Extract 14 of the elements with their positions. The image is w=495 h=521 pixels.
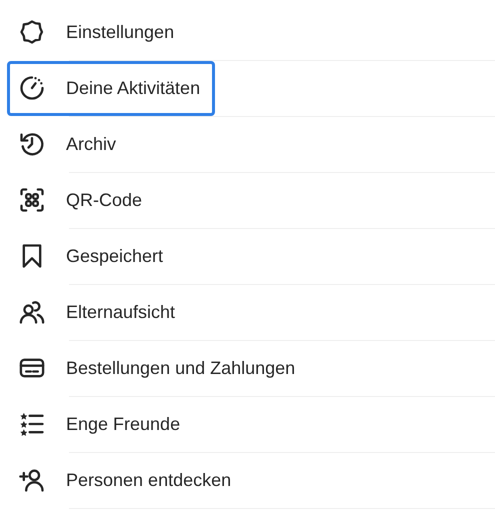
menu-item[interactable]: Deine Aktivitäten (7, 60, 216, 116)
menu-item[interactable]: Gespeichert (7, 228, 178, 284)
menu-item[interactable]: Bestellungen und Zahlungen (7, 340, 310, 396)
gear-icon (18, 18, 46, 46)
qr-code-icon (18, 186, 46, 214)
timer-icon (18, 74, 46, 102)
menu-item[interactable]: Elternaufsicht (7, 284, 190, 340)
menu-item[interactable]: QR-Code (7, 172, 158, 228)
star-list-icon (18, 410, 46, 438)
menu-item[interactable]: Enge Freunde (7, 396, 196, 452)
menu-item[interactable]: Einstellungen (7, 4, 190, 60)
menu-item[interactable]: Personen entdecken (7, 452, 246, 508)
menu-item[interactable]: Archiv (7, 116, 132, 172)
people-icon (18, 298, 46, 326)
